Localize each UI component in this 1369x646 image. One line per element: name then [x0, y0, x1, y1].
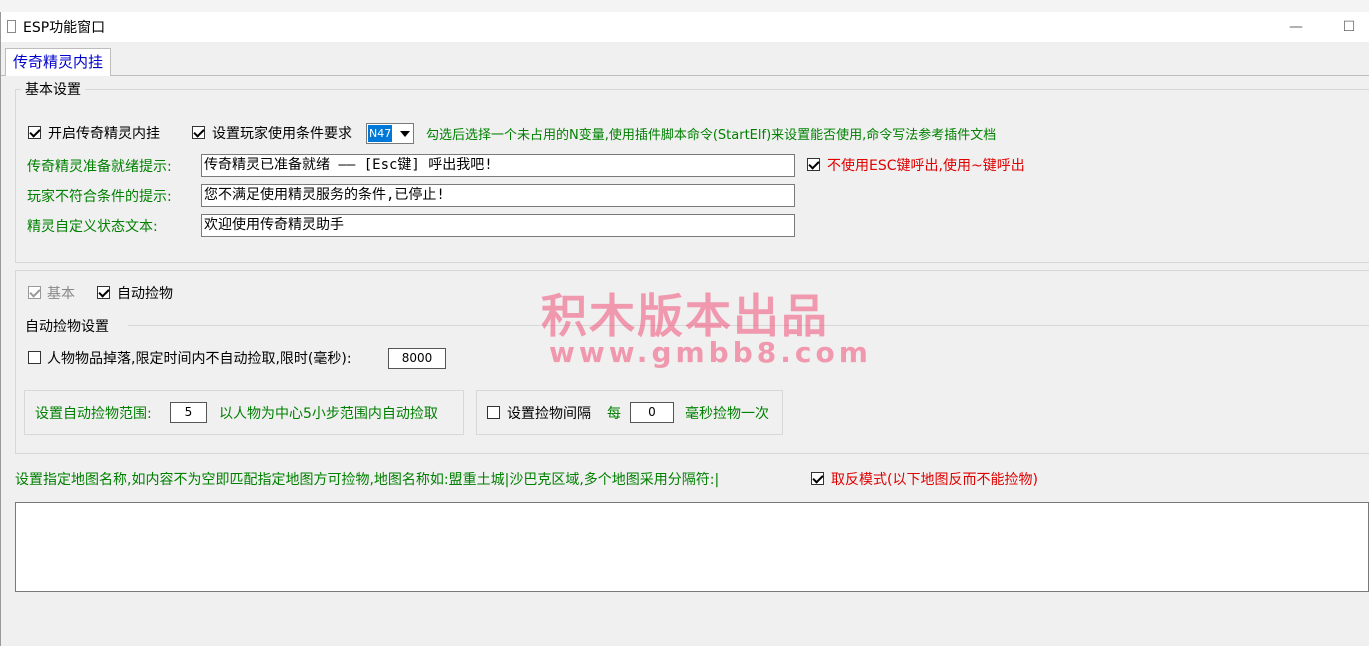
unqualified-prompt-label: 玩家不符合条件的提示:: [27, 189, 172, 205]
condition-label: 设置玩家使用条件要求: [212, 126, 352, 142]
condition-checkbox[interactable]: [192, 126, 205, 139]
pickup-interval-prefix: 每: [607, 406, 621, 422]
pickup-range-box: 设置自动捡物范围: 5 以人物为中心5小步范围内自动捡取: [24, 390, 464, 435]
tab-bar: 传奇精灵内挂: [1, 42, 1369, 76]
status-text-label: 精灵自定义状态文本:: [27, 219, 158, 235]
pickup-range-label: 设置自动捡物范围:: [35, 406, 152, 422]
background-window-strip: [0, 0, 1369, 12]
condition-hint: 勾选后选择一个未占用的N变量,使用插件脚本命令(StartElf)来设置能否使用…: [426, 128, 997, 143]
pickup-interval-suffix: 毫秒捡物一次: [685, 406, 769, 422]
ready-prompt-label: 传奇精灵准备就绪提示:: [27, 159, 172, 175]
watermark-url: www.gmbb8.com: [549, 336, 872, 369]
chevron-down-icon: [400, 131, 410, 137]
drop-delay-input[interactable]: 8000: [388, 348, 446, 369]
auto-pickup-label: 自动捡物: [117, 286, 173, 302]
map-list-textarea[interactable]: [15, 502, 1369, 592]
variable-select[interactable]: N47: [366, 123, 414, 144]
pickup-interval-checkbox[interactable]: [487, 406, 500, 419]
ready-prompt-input[interactable]: 传奇精灵已准备就绪 —— [Esc键] 呼出我吧!: [201, 154, 795, 177]
basic-feature-checkbox[interactable]: [28, 286, 41, 299]
pickup-interval-box: 设置捡物间隔 每 0 毫秒捡物一次: [476, 390, 783, 435]
title-bar: ESP功能窗口 — ☐: [1, 12, 1369, 42]
basic-settings-legend: 基本设置: [21, 79, 85, 99]
minimize-button[interactable]: —: [1281, 15, 1311, 39]
basic-settings-group: 基本设置 开启传奇精灵内挂 设置玩家使用条件要求 N47 勾选后选择一个未占用的…: [15, 79, 1369, 263]
maximize-button[interactable]: ☐: [1334, 15, 1364, 39]
status-text-input[interactable]: 欢迎使用传奇精灵助手: [201, 214, 795, 237]
map-filter-description: 设置指定地图名称,如内容不为空即匹配指定地图方可捡物,地图名称如:盟重土城|沙巴…: [15, 472, 720, 488]
no-esc-checkbox[interactable]: [807, 158, 820, 171]
esp-function-window: ESP功能窗口 — ☐ 传奇精灵内挂 基本设置 开启传奇精灵内挂 设置玩家使用条…: [0, 12, 1369, 646]
pickup-interval-input[interactable]: 0: [630, 402, 674, 423]
enable-elf-checkbox[interactable]: [28, 126, 41, 139]
window-title: ESP功能窗口: [23, 20, 106, 36]
auto-pickup-legend: 自动捡物设置: [21, 316, 113, 336]
pickup-range-hint: 以人物为中心5小步范围内自动捡取: [219, 406, 438, 422]
enable-elf-label: 开启传奇精灵内挂: [48, 126, 160, 142]
variable-select-value: N47: [368, 125, 393, 142]
invert-mode-label: 取反模式(以下地图反而不能捡物): [831, 472, 1038, 488]
drop-delay-label: 人物物品掉落,限定时间内不自动捡取,限时(毫秒):: [47, 351, 352, 367]
drop-delay-checkbox[interactable]: [28, 351, 41, 364]
basic-feature-label: 基本: [47, 286, 75, 302]
unqualified-prompt-input[interactable]: 您不满足使用精灵服务的条件,已停止!: [201, 184, 795, 207]
window-icon: [7, 20, 16, 33]
invert-mode-checkbox[interactable]: [811, 472, 824, 485]
no-esc-label: 不使用ESC键呼出,使用~键呼出: [827, 158, 1025, 174]
auto-pickup-checkbox[interactable]: [97, 286, 110, 299]
tab-legend-elf[interactable]: 传奇精灵内挂: [5, 48, 111, 76]
pickup-range-input[interactable]: 5: [170, 402, 207, 423]
pickup-interval-label: 设置捡物间隔: [507, 406, 591, 422]
